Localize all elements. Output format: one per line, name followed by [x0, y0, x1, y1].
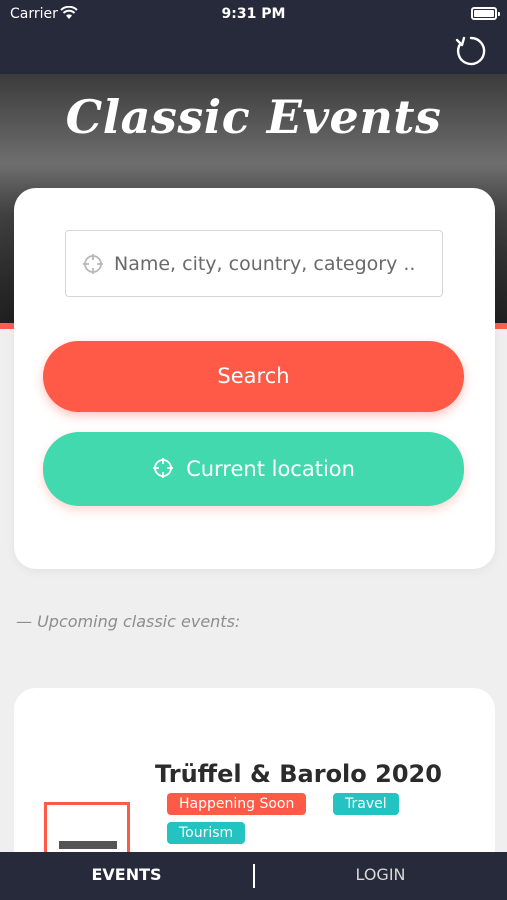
event-title: Trüffel & Barolo 2020	[155, 760, 442, 788]
upcoming-section-label: — Upcoming classic events:	[16, 612, 241, 631]
nav-bar	[0, 30, 507, 74]
status-bar: Carrier 9:31 PM	[0, 0, 507, 30]
refresh-icon[interactable]	[453, 33, 489, 69]
search-input[interactable]	[114, 231, 434, 296]
clock: 9:31 PM	[221, 6, 286, 22]
tag-happening-soon: Happening Soon	[167, 793, 307, 815]
tag-travel: Travel	[333, 793, 399, 815]
battery-icon	[471, 7, 500, 20]
tag-tourism: Tourism	[167, 822, 246, 844]
search-field[interactable]	[65, 230, 443, 297]
tab-events[interactable]: EVENTS	[0, 852, 253, 900]
tab-bar: EVENTS LOGIN	[0, 852, 507, 900]
tab-login[interactable]: LOGIN	[254, 852, 507, 900]
search-button[interactable]: Search	[43, 341, 464, 412]
search-card: Search Current location	[14, 188, 495, 569]
location-crosshair-icon	[153, 458, 174, 478]
current-location-label: Current location	[186, 457, 355, 481]
page-title: Classic Events	[65, 90, 442, 144]
current-location-button[interactable]: Current location	[43, 432, 464, 506]
crosshair-icon	[83, 254, 103, 274]
